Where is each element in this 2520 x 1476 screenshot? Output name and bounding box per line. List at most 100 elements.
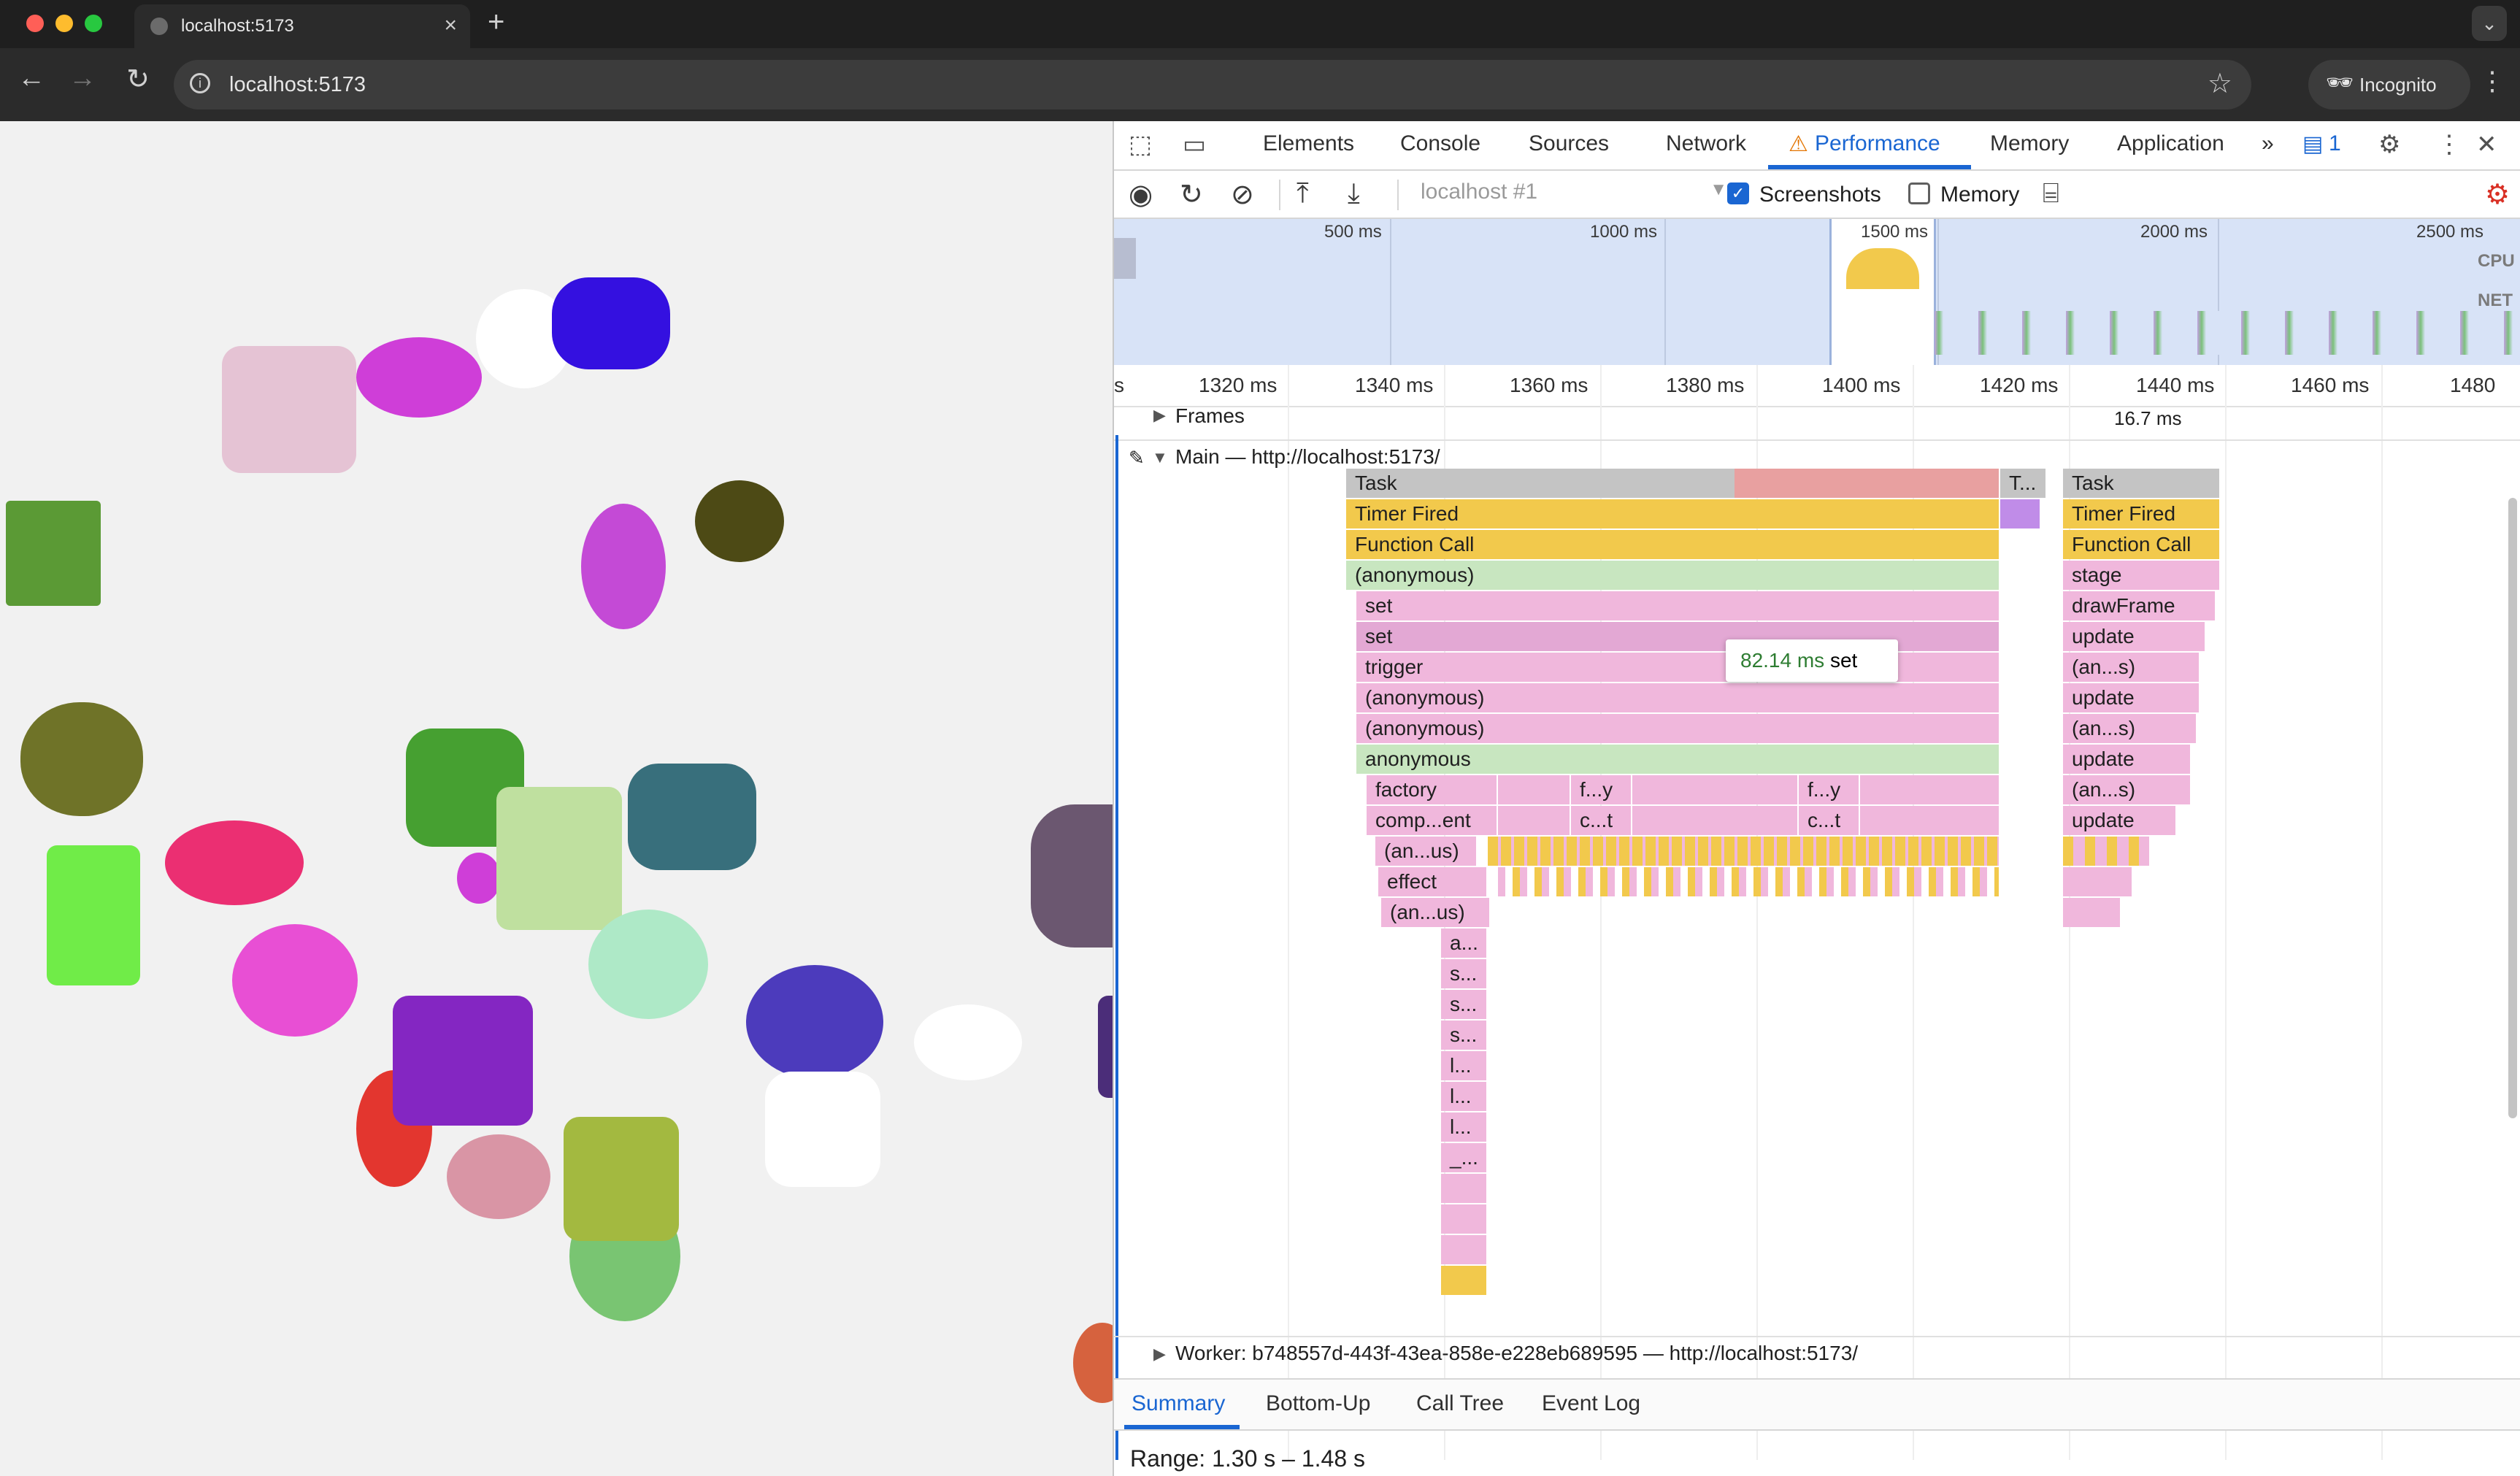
flame-entry[interactable]: a... bbox=[1441, 929, 1488, 958]
tab-search-chevron-icon[interactable]: ⌄ bbox=[2472, 6, 2507, 41]
flame-entry[interactable] bbox=[1860, 775, 2000, 804]
flame-label: anonymous bbox=[1365, 747, 1471, 770]
flame-entry[interactable]: Task bbox=[2063, 469, 2221, 498]
flame-entry[interactable] bbox=[1441, 1235, 1488, 1264]
selected-range: Range: 1.30 s – 1.48 s bbox=[1130, 1445, 1365, 1472]
flame-entry[interactable] bbox=[1441, 1204, 1488, 1234]
tab-call-tree[interactable]: Call Tree bbox=[1416, 1391, 1504, 1416]
flame-entry[interactable]: l... bbox=[1441, 1112, 1488, 1142]
flame-entry[interactable]: set bbox=[1356, 622, 2000, 651]
flame-entry[interactable]: (an...us) bbox=[1381, 898, 1491, 927]
flame-entry[interactable]: _... bbox=[1441, 1143, 1488, 1172]
maximize-window-button[interactable] bbox=[85, 15, 102, 32]
flame-entry[interactable]: update bbox=[2063, 683, 2200, 712]
flame-entry[interactable]: Function Call bbox=[1346, 530, 2000, 559]
flame-label: Task bbox=[2072, 472, 2114, 494]
shape bbox=[552, 277, 670, 369]
flame-entry[interactable]: f...y bbox=[1799, 775, 1860, 804]
incognito-indicator[interactable]: 🕶 Incognito bbox=[2308, 60, 2470, 109]
flame-entry[interactable]: l... bbox=[1441, 1082, 1488, 1111]
flame-label: Task bbox=[1355, 472, 1397, 494]
flame-entry[interactable]: s... bbox=[1441, 959, 1488, 988]
flame-entry[interactable]: set bbox=[1356, 591, 2000, 620]
flame-entry[interactable]: (an...s) bbox=[2063, 714, 2197, 743]
flame-entry[interactable]: (an...us) bbox=[1375, 837, 1478, 866]
flame-entry[interactable]: effect bbox=[1378, 867, 1488, 896]
flame-entry[interactable]: l... bbox=[1441, 1051, 1488, 1080]
close-tab-icon[interactable]: × bbox=[444, 13, 457, 38]
flame-entry[interactable]: f...y bbox=[1571, 775, 1632, 804]
flame-entry[interactable]: drawFrame bbox=[2063, 591, 2216, 620]
tab-event-log[interactable]: Event Log bbox=[1542, 1391, 1640, 1416]
flame-entry[interactable]: comp...ent bbox=[1367, 806, 1498, 835]
flame-entry[interactable]: c...t bbox=[1799, 806, 1860, 835]
shape bbox=[496, 787, 622, 930]
flame-entry[interactable] bbox=[1632, 775, 1799, 804]
flame-entry[interactable]: (anonymous) bbox=[1356, 714, 2000, 743]
flame-entry[interactable]: T... bbox=[2000, 469, 2047, 498]
flame-label: c...t bbox=[1580, 809, 1613, 831]
flame-label: set bbox=[1365, 594, 1393, 617]
flame-entry[interactable]: (an...s) bbox=[2063, 653, 2200, 682]
flame-entry[interactable]: update bbox=[2063, 622, 2206, 651]
active-tab-underline bbox=[1124, 1425, 1240, 1429]
flame-entry[interactable]: factory bbox=[1367, 775, 1498, 804]
flame-label: f...y bbox=[1580, 778, 1613, 801]
worker-track[interactable]: ▶ Worker: b748557d-443f-43ea-858e-e228eb… bbox=[1114, 1336, 2520, 1372]
shape bbox=[588, 910, 708, 1019]
close-window-button[interactable] bbox=[26, 15, 44, 32]
bookmark-star-icon[interactable]: ☆ bbox=[2208, 67, 2232, 100]
flame-entry[interactable] bbox=[2063, 898, 2121, 927]
details-tab-bar: Summary Bottom-Up Call Tree Event Log bbox=[1114, 1378, 2520, 1431]
shape bbox=[1031, 804, 1113, 948]
flame-entry[interactable] bbox=[2063, 837, 2151, 866]
flame-entry[interactable]: s... bbox=[1441, 990, 1488, 1019]
flame-entry[interactable]: (anonymous) bbox=[1356, 683, 2000, 712]
shape bbox=[765, 1072, 880, 1187]
flame-entry[interactable] bbox=[1441, 1174, 1488, 1203]
flame-entry[interactable] bbox=[1488, 837, 2000, 866]
new-tab-icon[interactable]: + bbox=[488, 6, 504, 39]
flame-entry[interactable] bbox=[1498, 806, 1571, 835]
flame-entry[interactable] bbox=[1498, 867, 2000, 896]
flame-entry[interactable]: stage bbox=[2063, 561, 2221, 590]
flame-entry[interactable] bbox=[1860, 806, 2000, 835]
flame-entry[interactable] bbox=[2000, 499, 2041, 528]
flame-entry[interactable]: update bbox=[2063, 806, 2177, 835]
flame-tooltip: 82.14 ms set bbox=[1726, 639, 1898, 682]
shape bbox=[356, 337, 482, 418]
flame-entry[interactable]: Function Call bbox=[2063, 530, 2221, 559]
flame-entry[interactable] bbox=[1632, 806, 1799, 835]
flame-entry[interactable]: Timer Fired bbox=[2063, 499, 2221, 528]
reload-icon[interactable]: ↻ bbox=[120, 63, 156, 96]
flame-chart[interactable]: Task Timer Fired Function Call (anonymou… bbox=[1114, 121, 2520, 1476]
flame-entry[interactable] bbox=[1441, 1266, 1488, 1295]
flame-entry[interactable] bbox=[1498, 775, 1571, 804]
flame-entry[interactable]: s... bbox=[1441, 1020, 1488, 1050]
tab-summary[interactable]: Summary bbox=[1132, 1391, 1225, 1416]
flame-entry[interactable]: (anonymous) bbox=[1346, 561, 2000, 590]
flame-label: comp...ent bbox=[1375, 809, 1471, 831]
flame-label: stage bbox=[2072, 564, 2122, 586]
browser-menu-icon[interactable]: ⋮ bbox=[2479, 66, 2505, 96]
shape bbox=[746, 965, 883, 1079]
back-arrow-icon[interactable]: ← bbox=[13, 63, 50, 94]
flame-entry[interactable]: Timer Fired bbox=[1346, 499, 2000, 528]
flame-entry[interactable]: (an...s) bbox=[2063, 775, 2191, 804]
address-bar[interactable]: i localhost:5173 ☆ bbox=[174, 60, 2251, 109]
flame-entry[interactable]: c...t bbox=[1571, 806, 1632, 835]
flame-entry[interactable]: update bbox=[2063, 745, 2191, 774]
flame-label: (an...s) bbox=[2072, 717, 2136, 739]
browser-tab[interactable]: localhost:5173 × bbox=[134, 4, 470, 48]
vertical-scrollbar[interactable] bbox=[2508, 498, 2517, 1118]
flame-entry[interactable]: trigger bbox=[1356, 653, 2000, 682]
flame-entry[interactable]: Task bbox=[1346, 469, 2000, 498]
forward-arrow-icon[interactable]: → bbox=[64, 63, 101, 94]
flame-label: Function Call bbox=[1355, 533, 1475, 556]
flame-entry[interactable]: anonymous bbox=[1356, 745, 2000, 774]
site-info-icon[interactable]: i bbox=[190, 73, 210, 93]
expand-arrow-icon[interactable]: ▶ bbox=[1153, 1345, 1166, 1364]
tab-bottom-up[interactable]: Bottom-Up bbox=[1266, 1391, 1370, 1416]
minimize-window-button[interactable] bbox=[55, 15, 73, 32]
flame-entry[interactable] bbox=[2063, 867, 2133, 896]
